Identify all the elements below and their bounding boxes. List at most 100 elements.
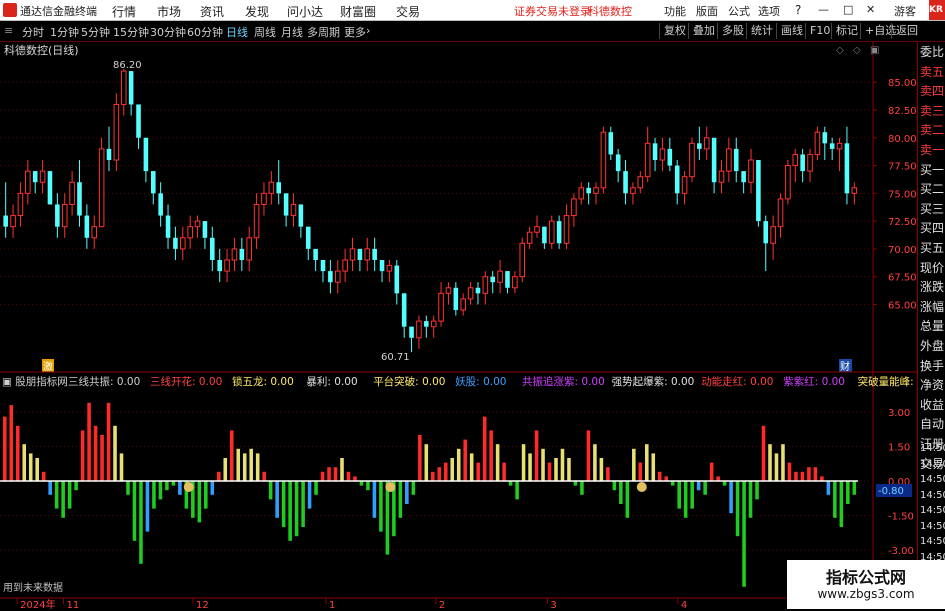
menu-discover[interactable]: 发现 — [245, 3, 269, 20]
tab-period-3[interactable]: 15分钟 — [113, 24, 149, 40]
indicator-tick-label: -1.50 — [888, 512, 914, 523]
candle-body-up — [69, 181, 75, 205]
candle-body-down — [453, 287, 459, 310]
minimize-icon[interactable]: — — [818, 3, 829, 16]
indicator-bar — [327, 467, 331, 481]
tab-period-8[interactable]: 月线 — [281, 24, 303, 40]
quote-panel: 委比 卖五 卖四 卖三 卖二 卖一 买一 买二 买三 买四 买五 现价 涨跌 涨幅 总量 外盘 换手 净资 收益 自动… — [917, 42, 945, 609]
candle-body-up — [231, 248, 238, 261]
indicator-bar — [255, 453, 260, 481]
login-warning[interactable]: 证券交易未登录 — [514, 3, 591, 19]
low-price-label: 60.71 — [381, 352, 410, 363]
chart-menu-icon[interactable]: ▣ — [870, 45, 879, 56]
menu-trade[interactable]: 交易 — [396, 3, 420, 20]
indicator-bar — [74, 481, 78, 491]
candle-body-up — [17, 192, 24, 217]
indicator-bar — [638, 462, 643, 481]
candle-body-down — [136, 104, 141, 138]
indicator-bar — [229, 430, 234, 481]
indicator-bar — [794, 471, 798, 481]
quote-field-8: 买三 — [920, 201, 945, 216]
tab-period-6[interactable]: 日线 — [226, 24, 248, 40]
indicator-bar — [281, 481, 286, 527]
candle-body-down — [3, 215, 8, 227]
indicator-bar — [152, 481, 156, 509]
indicator-bar — [580, 481, 584, 495]
indicator-bar — [560, 448, 565, 481]
quote-field-18: 收益 — [920, 397, 945, 412]
candle-body-down — [733, 148, 739, 172]
price-tick-label: 75.00 — [888, 189, 917, 200]
btn-overlay[interactable]: 叠加 — [688, 23, 715, 39]
indicator-bar — [463, 439, 467, 481]
indicator-bar — [307, 481, 312, 509]
candle-body-up — [644, 142, 651, 178]
indicator-bar — [657, 471, 662, 481]
candle-body-down — [47, 171, 53, 205]
tab-period-7[interactable]: 周线 — [254, 24, 276, 40]
chart-expand-icon[interactable]: ◇ — [853, 45, 861, 56]
chevron-right-icon[interactable]: › — [366, 24, 370, 37]
indicator-bar — [456, 448, 461, 481]
btn-multi-stock[interactable]: 多股 — [717, 23, 744, 39]
indicator-bar — [839, 481, 844, 527]
stock-name-header: 科德数控 — [588, 5, 632, 18]
price-tick-label: 67.50 — [888, 273, 917, 284]
menu-wealth[interactable]: 财富圈 — [340, 3, 376, 20]
menu-formula[interactable]: 公式 — [728, 3, 750, 19]
indicator-bar — [515, 481, 519, 500]
candle-body-down — [313, 248, 318, 260]
tab-period-4[interactable]: 30分钟 — [150, 24, 186, 40]
period-toolbar: ≡ 分时 1分钟 5分钟 15分钟 30分钟 60分钟 日线 周线 月线 多周期… — [0, 21, 945, 42]
menu-quotes[interactable]: 行情 — [112, 3, 136, 20]
candle-body-up — [814, 131, 821, 155]
btn-f10[interactable]: F10 — [805, 23, 830, 39]
btn-mark[interactable]: 标记 — [831, 23, 858, 39]
tick-time: 14:50 — [920, 520, 945, 532]
tab-period-5[interactable]: 60分钟 — [187, 24, 223, 40]
menu-functions[interactable]: 功能 — [664, 3, 686, 19]
candle-body-up — [91, 226, 98, 239]
candle-body-down — [586, 187, 591, 194]
menu-market[interactable]: 市场 — [157, 3, 181, 20]
btn-back[interactable]: 返回 — [891, 23, 918, 39]
time-axis-labels: 2024年 11 12 1 2 3 4 — [16, 598, 687, 609]
toolbar-menu-icon[interactable]: ≡ — [4, 24, 13, 37]
candle-body-down — [711, 137, 717, 183]
candle-body-up — [342, 259, 348, 272]
btn-restore-rights[interactable]: 复权 — [659, 23, 686, 39]
chart-area[interactable]: 65.00 67.50 70.00 72.50 75.00 77.50 80.00 82.50… — [0, 42, 917, 609]
maximize-icon[interactable]: □ — [843, 3, 853, 16]
tab-period-9[interactable]: 多周期 — [307, 24, 340, 40]
candle-body-up — [180, 237, 186, 250]
indicator-bar — [106, 402, 111, 481]
help-icon[interactable]: ? — [795, 3, 801, 17]
tab-period-0[interactable]: 分时 — [22, 24, 44, 40]
menu-options[interactable]: 选项 — [758, 3, 780, 19]
time-tick-label: 1 — [329, 600, 335, 609]
menu-layout[interactable]: 版面 — [696, 3, 718, 19]
menu-news[interactable]: 资讯 — [200, 3, 224, 20]
indicator-bar — [781, 444, 785, 481]
btn-draw[interactable]: 画线 — [776, 23, 803, 39]
candle-body-down — [424, 321, 429, 327]
tab-period-2[interactable]: 5分钟 — [81, 24, 110, 40]
indicator-bar — [249, 448, 253, 481]
indicator-bar — [554, 458, 558, 481]
indicator-bar — [210, 481, 215, 495]
user-label[interactable]: 游客 — [894, 3, 916, 19]
indicator-bar — [690, 481, 694, 509]
candle-body-down — [652, 143, 658, 160]
indicator-bar — [826, 481, 831, 495]
tab-period-1[interactable]: 1分钟 — [50, 24, 79, 40]
candle-body-up — [268, 181, 275, 194]
tick-time: 14:50 — [920, 505, 945, 516]
btn-statistics[interactable]: 统计 — [746, 23, 773, 39]
indicator-bar — [645, 444, 649, 481]
tab-period-10[interactable]: 更多 — [344, 24, 366, 40]
indicator-field: 暴利: 0.00 — [306, 376, 357, 388]
close-icon[interactable]: ✕ — [866, 3, 875, 16]
menu-ask[interactable]: 问小达 — [287, 3, 323, 20]
chart-settings-icon[interactable]: ◇ — [836, 45, 844, 56]
candle-body-up — [187, 226, 193, 239]
